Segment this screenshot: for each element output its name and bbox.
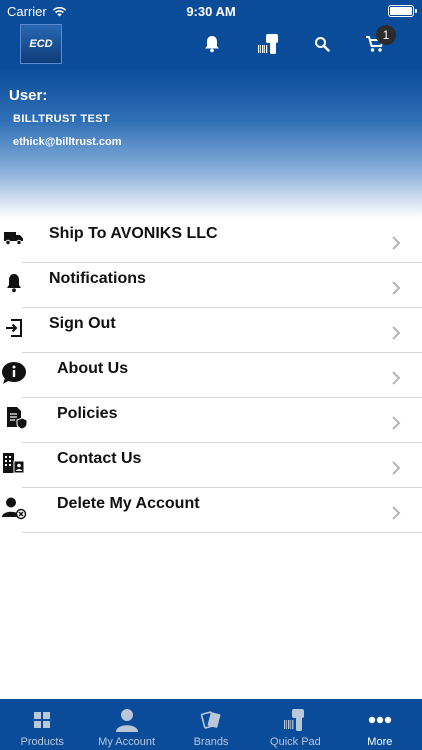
user-email: ethick@billtrust.com xyxy=(13,136,122,148)
chevron-right-icon xyxy=(392,236,401,250)
menu-item-label: Policies xyxy=(57,405,118,422)
user-name: BILLTRUST TEST xyxy=(13,113,111,125)
search-icon[interactable] xyxy=(309,31,335,57)
menu-item-ship-to[interactable]: Ship To AVONIKS LLC xyxy=(0,218,422,263)
grid-icon xyxy=(29,707,55,733)
scanner-icon xyxy=(282,707,308,733)
brands-icon xyxy=(198,707,224,733)
chevron-right-icon xyxy=(392,326,401,340)
divider xyxy=(22,532,422,533)
chevron-right-icon xyxy=(392,506,401,520)
menu-item-label: Ship To AVONIKS LLC xyxy=(49,225,218,242)
chevron-right-icon xyxy=(392,461,401,475)
status-time: 9:30 AM xyxy=(186,4,236,19)
top-bar: Carrier 9:30 AM ECD xyxy=(0,0,422,68)
menu-item-sign-out[interactable]: Sign Out xyxy=(0,308,422,353)
menu-item-delete-account[interactable]: Delete My Account xyxy=(0,488,422,533)
building-contact-icon xyxy=(0,449,28,477)
tab-brands[interactable]: Brands xyxy=(169,699,253,750)
user-header: User: BILLTRUST TEST ethick@billtrust.co… xyxy=(0,68,422,218)
tab-quick-pad[interactable]: Quick Pad xyxy=(253,699,337,750)
menu-item-notifications[interactable]: Notifications xyxy=(0,263,422,308)
company-logo[interactable]: ECD xyxy=(20,24,62,64)
menu-item-label: About Us xyxy=(57,360,129,377)
menu-item-about-us[interactable]: About Us xyxy=(0,353,422,398)
notifications-bell-icon[interactable] xyxy=(199,31,225,57)
more-dots-icon xyxy=(367,707,393,733)
chevron-right-icon xyxy=(392,281,401,295)
chevron-right-icon xyxy=(392,371,401,385)
person-icon xyxy=(114,707,140,733)
tab-label: My Account xyxy=(98,736,156,748)
tab-label: Brands xyxy=(193,736,229,748)
battery-icon xyxy=(388,5,417,17)
menu-item-label: Delete My Account xyxy=(57,495,200,512)
menu-item-policies[interactable]: Policies xyxy=(0,398,422,443)
cart-count-badge: 1 xyxy=(376,25,396,45)
tab-more[interactable]: More xyxy=(338,699,422,750)
sign-out-icon xyxy=(0,314,28,342)
logo-text: ECD xyxy=(29,38,53,50)
tab-products[interactable]: Products xyxy=(0,699,84,750)
tab-label: Products xyxy=(20,736,64,748)
menu-item-label: Notifications xyxy=(49,270,146,287)
info-bubble-icon xyxy=(0,359,28,387)
menu-item-label: Contact Us xyxy=(57,450,142,467)
nav-bar: ECD xyxy=(0,22,422,68)
status-bar: Carrier 9:30 AM xyxy=(0,0,422,22)
user-label: User: xyxy=(9,87,48,104)
bell-icon xyxy=(0,269,28,297)
policy-document-icon xyxy=(3,404,31,432)
tab-my-account[interactable]: My Account xyxy=(84,699,168,750)
chevron-right-icon xyxy=(392,416,401,430)
menu-item-contact-us[interactable]: Contact Us xyxy=(0,443,422,488)
truck-icon xyxy=(0,224,28,252)
bottom-tab-bar: Products My Account Brands Quick Pad Mor… xyxy=(0,699,422,750)
tab-label: Quick Pad xyxy=(270,736,321,748)
menu-item-label: Sign Out xyxy=(49,315,116,332)
delete-user-icon xyxy=(0,494,28,522)
tab-label: More xyxy=(367,736,393,748)
barcode-scanner-icon[interactable] xyxy=(256,31,284,57)
